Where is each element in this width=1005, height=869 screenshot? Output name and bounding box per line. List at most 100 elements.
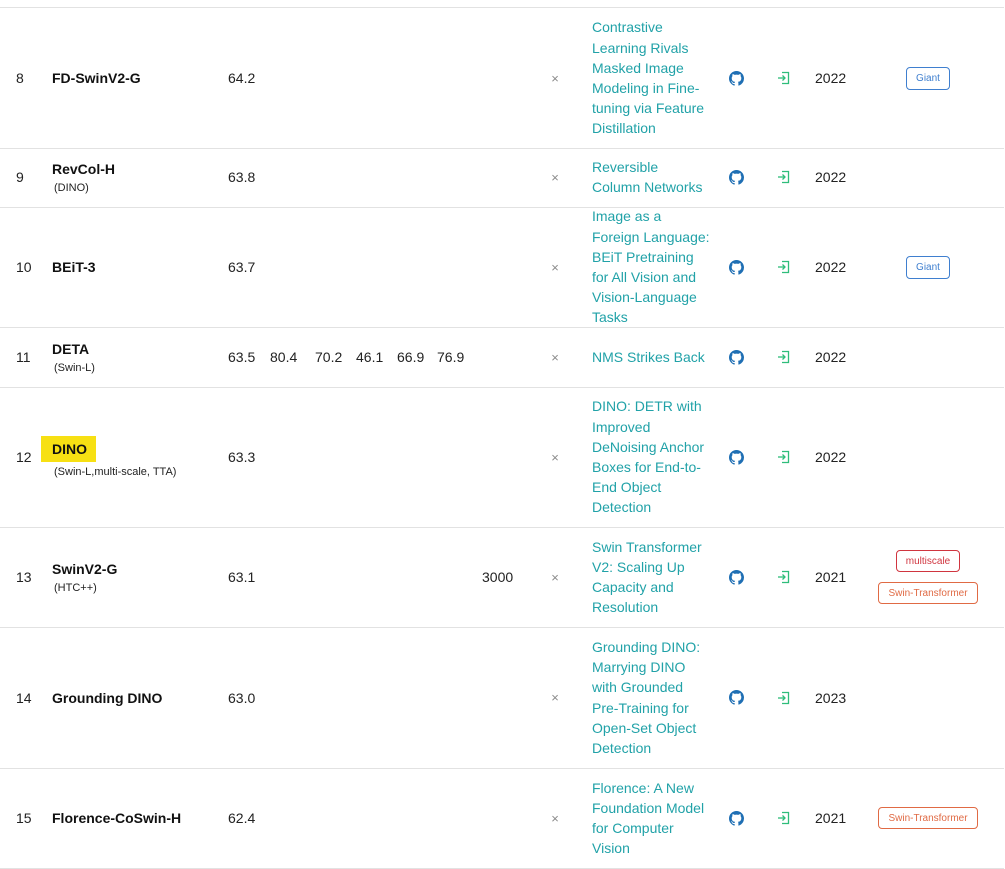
no-extra-data-icon: × (551, 349, 559, 365)
rank-cell: 8 (16, 70, 24, 86)
paper-link[interactable]: Reversible Column Networks (592, 147, 710, 207)
external-entry-icon[interactable] (775, 207, 793, 327)
year-cell: 2022 (815, 449, 847, 465)
paper-link[interactable]: NMS Strikes Back (592, 327, 710, 387)
rank-cell: 12 (16, 449, 32, 465)
paper-link[interactable]: DINO: DETR with Improved DeNoising Ancho… (592, 387, 710, 527)
metric-cell: 76.9 (437, 349, 465, 365)
external-entry-icon[interactable] (775, 627, 793, 768)
model-variant: (DINO) (54, 181, 89, 194)
rank-cell: 15 (16, 810, 32, 826)
model-cell: DETA (Swin-L) (52, 327, 222, 387)
metric-cell: 63.3 (228, 449, 256, 465)
external-entry-icon[interactable] (775, 768, 793, 868)
model-name[interactable]: Grounding DINO (52, 689, 162, 707)
tags-cell (878, 327, 978, 387)
model-name[interactable]: BEiT-3 (52, 258, 96, 276)
tags-cell (878, 627, 978, 768)
rank-cell: 10 (16, 259, 32, 275)
table-row: 13 SwinV2-G (HTC++) 63.1 3000 × Swin Transform… (0, 527, 1004, 628)
paper-link[interactable]: Swin Transformer V2: Scaling Up Capacity… (592, 527, 710, 627)
paper-link[interactable]: Contrastive Learning Rivals Masked Image… (592, 8, 710, 148)
metric-cell: 70.2 (315, 349, 343, 365)
metric-cell: 63.5 (228, 349, 256, 365)
metric-cell: 3000 (482, 569, 514, 585)
model-name[interactable]: Florence-CoSwin-H (52, 809, 181, 827)
model-name[interactable]: FD-SwinV2-G (52, 69, 141, 87)
year-cell: 2022 (815, 259, 847, 275)
external-entry-icon[interactable] (775, 147, 793, 207)
metric-cell: 66.9 (397, 349, 425, 365)
year-cell: 2021 (815, 810, 847, 826)
rank-cell: 14 (16, 689, 32, 706)
model-cell: Grounding DINO (52, 627, 222, 768)
github-icon[interactable] (727, 207, 745, 327)
year-cell: 2022 (815, 169, 847, 185)
external-entry-icon[interactable] (775, 387, 793, 527)
leaderboard-table: 8 FD-SwinV2-G 64.2 × Contrastive Learning Ri… (0, 0, 1005, 869)
tag-badge[interactable]: Swin-Transformer (878, 807, 978, 829)
tags-cell (878, 387, 978, 527)
github-icon[interactable] (727, 387, 745, 527)
tag-badge[interactable]: Giant (906, 255, 950, 279)
table-row: 15 Florence-CoSwin-H 62.4 × Florence: A New … (0, 768, 1004, 869)
tags-cell: Giant (878, 207, 978, 327)
github-icon[interactable] (727, 147, 745, 207)
metric-cell: 46.1 (356, 349, 384, 365)
model-cell: RevCol-H (DINO) (52, 147, 222, 207)
github-icon[interactable] (727, 8, 745, 148)
github-icon[interactable] (727, 627, 745, 768)
github-icon[interactable] (727, 327, 745, 387)
table-row: 10 BEiT-3 63.7 × Image as a Foreign Language… (0, 207, 1004, 328)
no-extra-data-icon: × (551, 259, 559, 275)
model-variant: (HTC++) (54, 581, 97, 594)
year-cell: 2022 (815, 70, 847, 86)
table-row: 11 DETA (Swin-L) 63.5 80.4 70.2 46.1 66.9 76.9 × N… (0, 327, 1004, 388)
model-variant: (Swin-L) (54, 361, 95, 374)
year-cell: 2023 (815, 689, 847, 706)
year-cell: 2022 (815, 349, 847, 365)
no-extra-data-icon: × (551, 569, 559, 585)
external-entry-icon[interactable] (775, 327, 793, 387)
tags-cell: Giant (878, 8, 978, 148)
tag-badge[interactable]: Giant (906, 66, 950, 90)
metric-cell: 63.1 (228, 569, 256, 585)
model-cell: BEiT-3 (52, 207, 222, 327)
external-entry-icon[interactable] (775, 8, 793, 148)
model-name[interactable]: DETA (52, 340, 89, 358)
model-name[interactable]: RevCol-H (52, 160, 115, 178)
model-name[interactable]: DINO (41, 435, 96, 462)
paper-link[interactable]: Grounding DINO: Marrying DINO with Groun… (592, 627, 710, 768)
github-icon[interactable] (727, 527, 745, 627)
table-row: 12 DINO (Swin-L,multi-scale, TTA) 63.3 × DINO… (0, 387, 1004, 528)
no-extra-data-icon: × (551, 810, 559, 826)
table-row: 14 Grounding DINO 63.0 × Grounding DINO: Mar… (0, 627, 1004, 769)
rank-cell: 9 (16, 169, 24, 185)
model-variant: (Swin-L,multi-scale, TTA) (54, 465, 177, 478)
metric-cell: 80.4 (270, 349, 298, 365)
rank-cell: 13 (16, 569, 32, 585)
metric-cell: 62.4 (228, 810, 256, 826)
table-row: 8 FD-SwinV2-G 64.2 × Contrastive Learning Ri… (0, 7, 1004, 149)
tag-badge[interactable]: Swin-Transformer (878, 582, 978, 604)
table-row: 9 RevCol-H (DINO) 63.8 × Reversible Column Ne… (0, 147, 1004, 208)
year-cell: 2021 (815, 569, 847, 585)
metric-cell: 64.2 (228, 70, 256, 86)
github-icon[interactable] (727, 768, 745, 868)
model-name[interactable]: SwinV2-G (52, 560, 117, 578)
paper-link[interactable]: Florence: A New Foundation Model for Com… (592, 768, 710, 868)
paper-link[interactable]: Image as a Foreign Language: BEiT Pretra… (592, 207, 710, 327)
metric-cell: 63.8 (228, 169, 256, 185)
metric-cell: 63.7 (228, 259, 256, 275)
no-extra-data-icon: × (551, 449, 559, 465)
metric-cell: 63.0 (228, 689, 256, 706)
no-extra-data-icon: × (551, 690, 559, 705)
no-extra-data-icon: × (551, 70, 559, 86)
tags-cell (878, 147, 978, 207)
external-entry-icon[interactable] (775, 527, 793, 627)
model-cell: Florence-CoSwin-H (52, 768, 222, 868)
model-cell: FD-SwinV2-G (52, 8, 222, 148)
model-cell: DINO (Swin-L,multi-scale, TTA) (41, 387, 222, 527)
tag-badge[interactable]: multiscale (895, 550, 961, 572)
rank-cell: 11 (16, 349, 31, 365)
